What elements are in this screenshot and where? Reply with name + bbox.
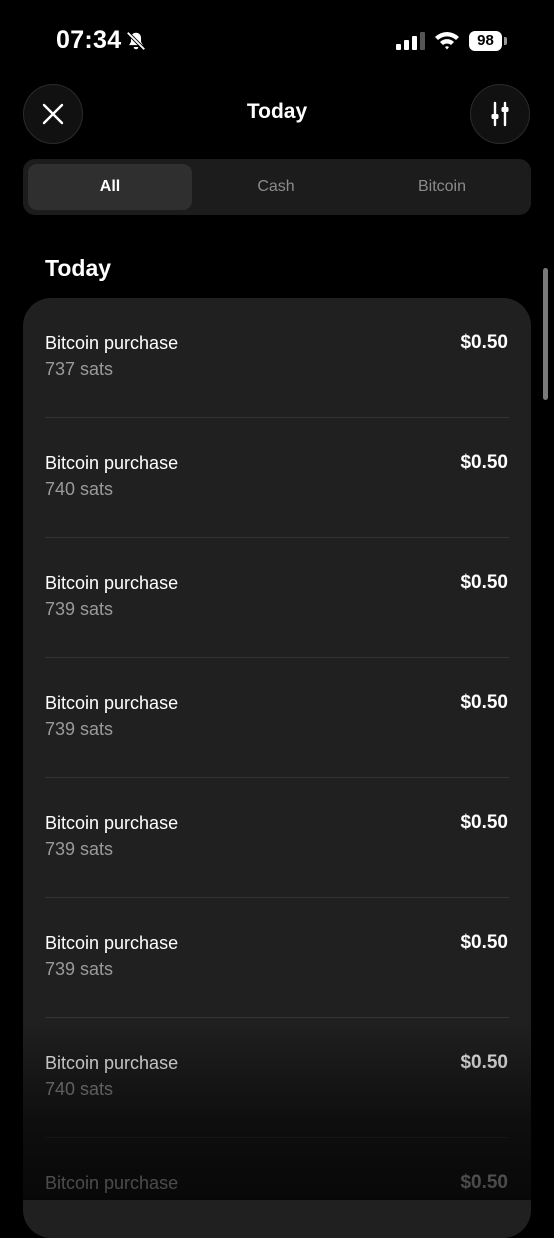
battery-icon: 98 [469, 31, 507, 51]
status-bar: 07:34 98 [0, 0, 554, 84]
signal-icon [396, 32, 425, 50]
transaction-title: Bitcoin purchase [45, 1173, 179, 1193]
list-item[interactable]: Bitcoin purchase $0.50 [23, 1138, 531, 1238]
battery-tip [504, 37, 507, 45]
transaction-sats: 739 sats [45, 959, 114, 979]
transaction-title: Bitcoin purchase [45, 1053, 179, 1073]
list-item[interactable]: Bitcoin purchase 739 sats $0.50 [23, 538, 531, 658]
transaction-list: Bitcoin purchase 737 sats $0.50 Bitcoin … [23, 298, 531, 1238]
list-item[interactable]: Bitcoin purchase 740 sats $0.50 [23, 1018, 531, 1138]
transaction-amount: $0.50 [460, 812, 508, 833]
transaction-amount: $0.50 [460, 692, 508, 713]
tab-cash[interactable]: Cash [194, 164, 358, 210]
transaction-sats: 739 sats [45, 599, 114, 619]
sliders-icon [491, 101, 509, 127]
transaction-amount: $0.50 [460, 932, 508, 953]
tab-all[interactable]: All [28, 164, 192, 210]
transaction-sats: 740 sats [45, 479, 114, 499]
section-title: Today [45, 255, 112, 281]
transaction-sats: 739 sats [45, 839, 114, 859]
transaction-amount: $0.50 [460, 572, 508, 593]
transaction-title: Bitcoin purchase [45, 333, 179, 353]
transaction-amount: $0.50 [460, 332, 508, 353]
transaction-amount: $0.50 [460, 452, 508, 473]
list-item[interactable]: Bitcoin purchase 740 sats $0.50 [23, 418, 531, 538]
list-item[interactable]: Bitcoin purchase 739 sats $0.50 [23, 778, 531, 898]
filter-tabs: All Cash Bitcoin [23, 159, 531, 215]
tab-bitcoin[interactable]: Bitcoin [360, 164, 524, 210]
transaction-amount: $0.50 [460, 1052, 508, 1073]
list-item[interactable]: Bitcoin purchase 737 sats $0.50 [23, 298, 531, 418]
scrollbar[interactable] [543, 268, 548, 400]
battery-level: 98 [469, 31, 502, 51]
bell-muted-icon [126, 31, 146, 51]
wifi-icon [435, 32, 459, 50]
transaction-sats: 740 sats [45, 1079, 114, 1099]
list-item[interactable]: Bitcoin purchase 739 sats $0.50 [23, 898, 531, 1018]
transaction-amount: $0.50 [460, 1172, 508, 1193]
transaction-title: Bitcoin purchase [45, 453, 179, 473]
transaction-title: Bitcoin purchase [45, 933, 179, 953]
transaction-sats: 737 sats [45, 359, 114, 379]
transaction-title: Bitcoin purchase [45, 573, 179, 593]
status-time: 07:34 [56, 26, 122, 54]
filter-button[interactable] [470, 84, 530, 144]
transaction-title: Bitcoin purchase [45, 693, 179, 713]
transaction-sats: 739 sats [45, 719, 114, 739]
list-item[interactable]: Bitcoin purchase 739 sats $0.50 [23, 658, 531, 778]
transaction-title: Bitcoin purchase [45, 813, 179, 833]
